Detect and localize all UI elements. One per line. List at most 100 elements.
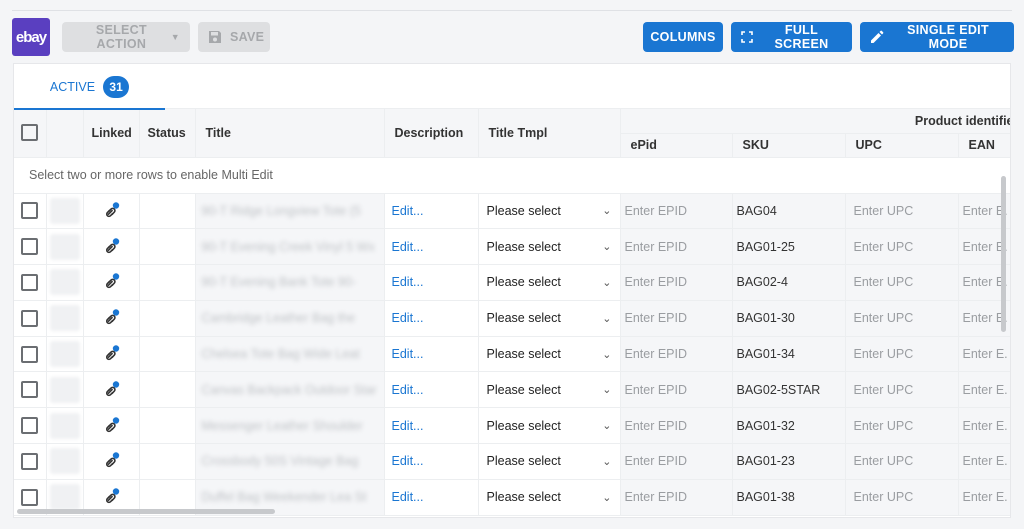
edit-description-link[interactable]: Edit...: [392, 454, 424, 468]
title-template-select[interactable]: Please select ⌄: [485, 454, 614, 468]
epid-input[interactable]: Enter EPID: [625, 311, 688, 325]
epid-input[interactable]: Enter EPID: [625, 240, 688, 254]
row-checkbox[interactable]: [21, 452, 39, 470]
product-thumbnail[interactable]: [49, 448, 80, 475]
title-template-select[interactable]: Please select ⌄: [485, 275, 614, 289]
upc-input[interactable]: Enter UPC: [854, 275, 914, 289]
row-checkbox[interactable]: [21, 309, 39, 327]
edit-description-link[interactable]: Edit...: [392, 383, 424, 397]
product-thumbnail[interactable]: [49, 305, 80, 332]
title-cell[interactable]: Cambridge Leather Bag the: [195, 300, 385, 337]
product-thumbnail[interactable]: [49, 412, 80, 439]
save-button[interactable]: SAVE: [198, 22, 270, 52]
sku-header[interactable]: SKU: [732, 133, 846, 158]
upc-input[interactable]: Enter UPC: [854, 383, 914, 397]
upc-header[interactable]: UPC: [845, 133, 959, 158]
edit-description-link[interactable]: Edit...: [392, 311, 424, 325]
linked-chain-icon[interactable]: [90, 416, 133, 436]
epid-input[interactable]: Enter EPID: [625, 383, 688, 397]
epid-input[interactable]: Enter EPID: [625, 490, 688, 504]
linked-chain-icon[interactable]: [90, 487, 133, 507]
title-cell[interactable]: 90-T Evening Bank Tote 90-: [195, 264, 385, 301]
row-checkbox[interactable]: [21, 488, 39, 506]
sku-input[interactable]: BAG01-23: [737, 454, 795, 468]
row-checkbox[interactable]: [21, 381, 39, 399]
title-header[interactable]: Title: [195, 109, 385, 158]
epid-input[interactable]: Enter EPID: [625, 275, 688, 289]
upc-input[interactable]: Enter UPC: [854, 454, 914, 468]
title-template-select[interactable]: Please select ⌄: [485, 490, 614, 504]
title-template-select[interactable]: Please select ⌄: [485, 240, 614, 254]
sku-input[interactable]: BAG01-34: [737, 347, 795, 361]
epid-input[interactable]: Enter EPID: [625, 419, 688, 433]
ean-header[interactable]: EAN: [958, 133, 1010, 158]
upc-input[interactable]: Enter UPC: [854, 204, 914, 218]
ean-input[interactable]: Enter E.: [963, 490, 1008, 504]
linked-header[interactable]: Linked: [83, 109, 140, 158]
row-checkbox[interactable]: [21, 273, 39, 291]
sku-input[interactable]: BAG01-38: [737, 490, 795, 504]
upc-input[interactable]: Enter UPC: [854, 347, 914, 361]
title-cell[interactable]: Messenger Leather Shoulder: [195, 407, 385, 445]
product-thumbnail[interactable]: [49, 233, 80, 260]
edit-description-link[interactable]: Edit...: [392, 347, 424, 361]
linked-chain-icon[interactable]: [90, 451, 133, 471]
select-all-checkbox[interactable]: [21, 124, 39, 142]
sku-input[interactable]: BAG01-25: [737, 240, 795, 254]
title-template-select[interactable]: Please select ⌄: [485, 419, 614, 433]
status-header[interactable]: Status: [139, 109, 196, 158]
upc-input[interactable]: Enter UPC: [854, 311, 914, 325]
vertical-scrollbar[interactable]: [1001, 176, 1006, 332]
title-cell[interactable]: 90-T Ridge Longview Tote (5: [195, 193, 385, 230]
tab-active[interactable]: ACTIVE 31: [14, 64, 165, 110]
ean-input[interactable]: Enter E.: [963, 419, 1008, 433]
columns-button[interactable]: COLUMNS: [643, 22, 723, 52]
title-template-select[interactable]: Please select ⌄: [485, 347, 614, 361]
linked-chain-icon[interactable]: [90, 380, 133, 400]
title-tmpl-header[interactable]: Title Tmpl: [478, 109, 621, 158]
ean-input[interactable]: Enter E.: [963, 454, 1008, 468]
ean-input[interactable]: Enter E.: [963, 383, 1008, 397]
linked-chain-icon[interactable]: [90, 308, 133, 328]
ean-input[interactable]: Enter E.: [963, 347, 1008, 361]
edit-description-link[interactable]: Edit...: [392, 240, 424, 254]
edit-description-link[interactable]: Edit...: [392, 275, 424, 289]
product-thumbnail[interactable]: [49, 269, 80, 296]
sku-input[interactable]: BAG01-32: [737, 419, 795, 433]
row-checkbox[interactable]: [21, 202, 39, 220]
description-header[interactable]: Description: [384, 109, 479, 158]
linked-chain-icon[interactable]: [90, 201, 133, 221]
epid-input[interactable]: Enter EPID: [625, 454, 688, 468]
row-checkbox[interactable]: [21, 238, 39, 256]
product-thumbnail[interactable]: [49, 197, 80, 224]
title-cell[interactable]: 90-T Evening Creek Vinyl 5 Wx: [195, 228, 385, 266]
sku-input[interactable]: BAG04: [737, 204, 777, 218]
row-checkbox[interactable]: [21, 345, 39, 363]
sku-input[interactable]: BAG01-30: [737, 311, 795, 325]
upc-input[interactable]: Enter UPC: [854, 240, 914, 254]
edit-description-link[interactable]: Edit...: [392, 204, 424, 218]
product-thumbnail[interactable]: [49, 376, 80, 403]
upc-input[interactable]: Enter UPC: [854, 419, 914, 433]
horizontal-scrollbar[interactable]: [17, 509, 275, 514]
epid-input[interactable]: Enter EPID: [625, 204, 688, 218]
row-checkbox[interactable]: [21, 417, 39, 435]
sku-input[interactable]: BAG02-5STAR: [737, 383, 821, 397]
title-template-select[interactable]: Please select ⌄: [485, 204, 614, 218]
sku-input[interactable]: BAG02-4: [737, 275, 788, 289]
title-cell[interactable]: Chelsea Tote Bag Wide Leat: [195, 336, 385, 373]
title-template-select[interactable]: Please select ⌄: [485, 383, 614, 397]
single-edit-mode-button[interactable]: SINGLE EDIT MODE: [860, 22, 1014, 52]
edit-description-link[interactable]: Edit...: [392, 419, 424, 433]
epid-input[interactable]: Enter EPID: [625, 347, 688, 361]
edit-description-link[interactable]: Edit...: [392, 490, 424, 504]
title-template-select[interactable]: Please select ⌄: [485, 311, 614, 325]
full-screen-button[interactable]: FULL SCREEN: [731, 22, 852, 52]
linked-chain-icon[interactable]: [90, 237, 133, 257]
linked-chain-icon[interactable]: [90, 344, 133, 364]
title-cell[interactable]: Canvas Backpack Outdoor Star: [195, 371, 385, 409]
upc-input[interactable]: Enter UPC: [854, 490, 914, 504]
select-action-button[interactable]: SELECT ACTION ▼: [62, 22, 190, 52]
product-thumbnail[interactable]: [49, 484, 80, 511]
epid-header[interactable]: ePid: [620, 133, 733, 158]
